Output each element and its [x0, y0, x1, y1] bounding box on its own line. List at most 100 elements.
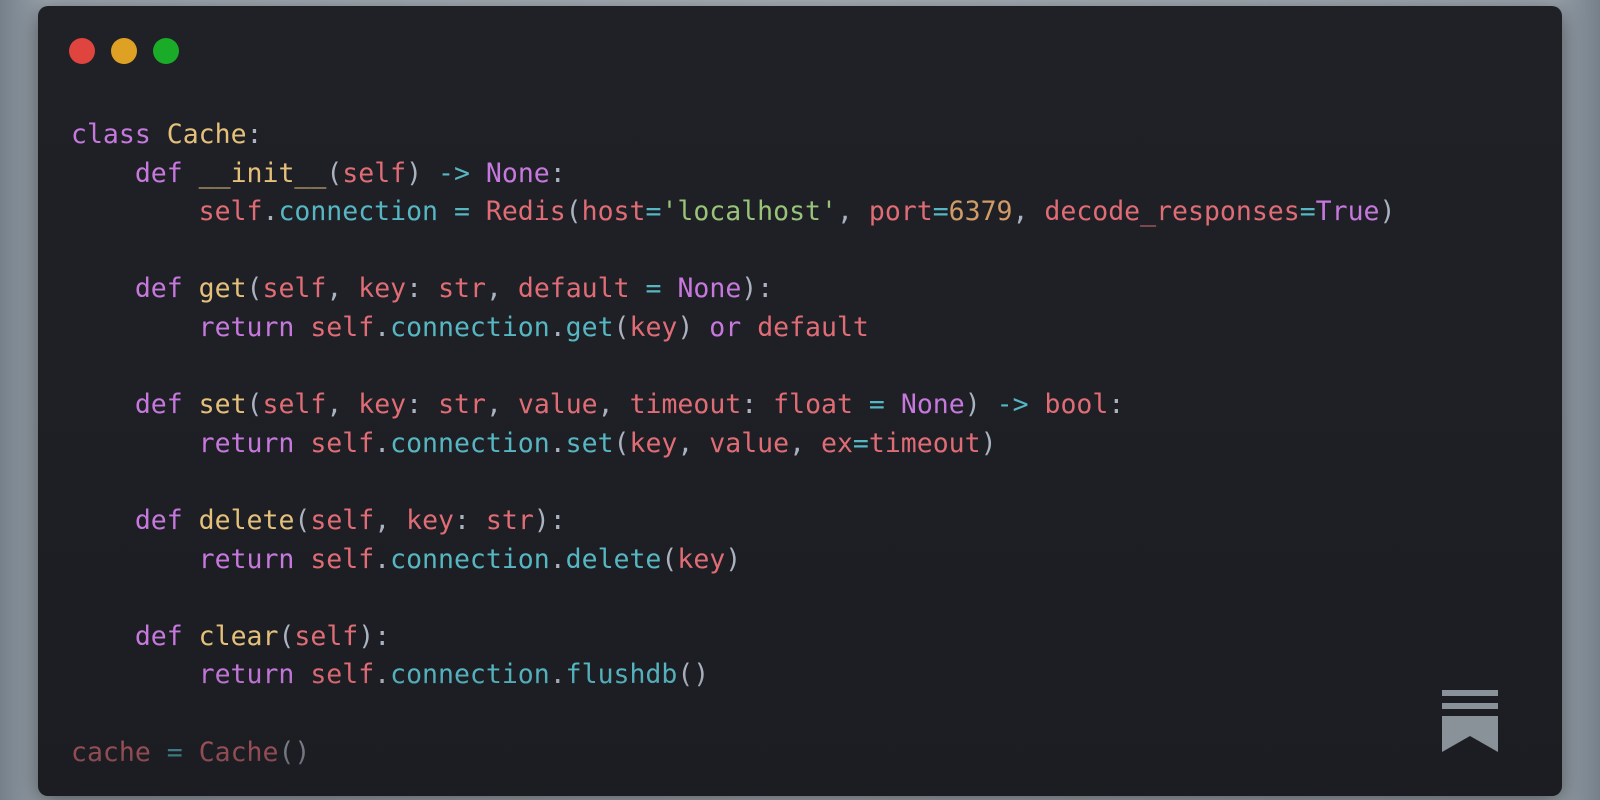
code-token-punctuation: ( [246, 389, 263, 421]
code-token-function-name: get [198, 273, 247, 305]
minimize-button[interactable] [111, 38, 137, 64]
code-token-parameter: ex [821, 427, 853, 459]
code-line: cache = Cache() [71, 734, 1395, 773]
window-controls [69, 38, 179, 64]
code-token-keyword: def [134, 504, 183, 536]
code-token-parameter: self [262, 389, 327, 421]
code-token-punctuation [151, 737, 167, 768]
code-token-number: 6379 [948, 196, 1013, 228]
code-token-constant: None [677, 273, 742, 305]
code-token-keyword: class [71, 119, 151, 150]
code-token-type: str [438, 389, 486, 421]
code-token-punctuation [1029, 389, 1045, 420]
code-token-punctuation: ( [613, 427, 630, 459]
code-token-punctuation [661, 273, 677, 304]
code-token-parameter: self [294, 620, 359, 652]
code-token-punctuation: : [406, 389, 439, 421]
code-token-punctuation: ) [725, 543, 742, 575]
code-token-attribute: flushdb [565, 659, 678, 691]
code-token-parameter: key [358, 389, 407, 421]
code-token-parameter: default [757, 311, 869, 343]
code-token-parameter: key [358, 273, 407, 305]
code-token-punctuation [151, 119, 167, 150]
code-token-parameter: value [709, 427, 790, 459]
code-token-punctuation: ) [980, 427, 997, 459]
code-token-punctuation: ) [964, 389, 997, 421]
code-token-attribute: connection [390, 311, 550, 343]
code-line: self.connection = Redis(host='localhost'… [71, 193, 1396, 232]
code-token-parameter: cache [71, 736, 151, 768]
code-token-punctuation: ( [278, 620, 295, 652]
code-token-punctuation: : [549, 157, 566, 189]
code-token-attribute: connection [390, 543, 550, 575]
code-token-function-name: delete [198, 504, 295, 536]
code-token-constant: True [1315, 196, 1380, 228]
code-token-punctuation: . [374, 543, 391, 575]
code-token-punctuation [470, 196, 486, 227]
code-token-punctuation [71, 158, 135, 189]
code-token-punctuation: ): [741, 273, 774, 305]
code-token-punctuation [294, 428, 310, 459]
code-token-punctuation [294, 659, 310, 690]
code-token-punctuation: , [485, 273, 518, 305]
code-token-attribute: connection [278, 196, 438, 228]
code-token-punctuation [630, 273, 646, 304]
close-button[interactable] [69, 38, 95, 64]
code-token-constant: None [485, 157, 550, 189]
code-token-punctuation: : [406, 273, 439, 305]
code-token-keyword: def [134, 273, 183, 305]
code-token-punctuation: . [374, 427, 391, 459]
code-line: return self.connection.set(key, value, e… [71, 425, 1395, 464]
code-token-attribute: connection [390, 427, 550, 459]
code-token-punctuation: ) [1379, 196, 1396, 228]
code-token-operator: = [1299, 196, 1316, 228]
code-line: return self.connection.flushdb() [71, 656, 1395, 695]
code-token-punctuation [294, 544, 310, 575]
code-token-punctuation [470, 158, 486, 189]
code-token-operator: = [645, 273, 662, 305]
code-token-keyword: return [198, 311, 295, 343]
code-token-punctuation: . [549, 543, 566, 575]
code-token-punctuation: . [262, 196, 279, 228]
code-token-keyword: or [709, 311, 742, 343]
code-token-operator: = [166, 736, 183, 768]
code-token-type: str [485, 504, 534, 536]
code-token-punctuation [71, 389, 135, 420]
code-token-punctuation: , [677, 427, 710, 459]
code-line: return self.connection.get(key) or defau… [71, 309, 1395, 348]
code-token-punctuation: ): [358, 620, 391, 652]
code-token-punctuation: , [789, 427, 821, 459]
maximize-button[interactable] [153, 38, 179, 64]
bookmark-logo-icon [1442, 690, 1498, 752]
code-token-operator: = [852, 427, 869, 459]
code-token-string: 'localhost' [661, 196, 837, 228]
code-token-punctuation: : [246, 119, 263, 150]
code-token-punctuation: , [374, 504, 407, 536]
code-token-type: str [438, 273, 486, 305]
code-token-punctuation: , [836, 196, 869, 228]
code-token-operator: -> [996, 389, 1029, 421]
code-token-punctuation [438, 196, 454, 227]
code-token-parameter: key [629, 311, 678, 343]
code-line: return self.connection.delete(key) [71, 541, 1395, 580]
code-token-attribute: delete [565, 543, 662, 575]
code-token-parameter: self [342, 157, 407, 189]
code-token-punctuation [294, 312, 310, 343]
code-token-punctuation: . [549, 311, 566, 343]
code-token-parameter: timeout [629, 389, 742, 421]
code-token-punctuation: : [741, 389, 774, 421]
code-token-punctuation [853, 389, 869, 420]
code-line: def set(self, key: str, value, timeout: … [71, 386, 1395, 425]
code-token-parameter: key [629, 427, 678, 459]
code-token-punctuation: ) [406, 157, 439, 189]
code-token-punctuation: , [326, 273, 359, 305]
code-token-keyword: return [198, 427, 295, 459]
code-token-parameter: self [198, 196, 263, 228]
code-token-punctuation [71, 428, 199, 459]
code-token-punctuation: ( [565, 196, 582, 228]
code-token-parameter: decode_responses [1044, 196, 1300, 228]
